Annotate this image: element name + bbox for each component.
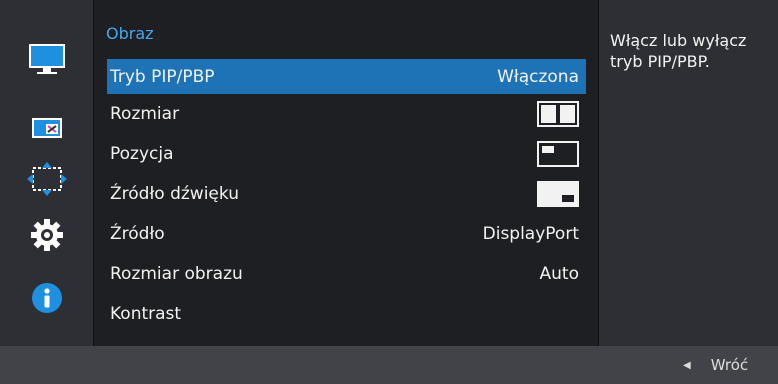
bottom-bar: ◀ Wróć xyxy=(0,346,778,384)
back-label: Wróć xyxy=(710,356,749,374)
menu-item-label: Źródło dźwięku xyxy=(110,184,239,204)
left-arrow-icon: ◀ xyxy=(683,359,691,371)
menu-item-picture-size[interactable]: Rozmiar obrazu Auto xyxy=(107,254,586,294)
menu-item-source[interactable]: Źródło DisplayPort xyxy=(107,214,586,254)
information-icon[interactable] xyxy=(26,281,68,315)
menu-title: Obraz xyxy=(106,24,154,43)
back-button[interactable]: ◀ Wróć xyxy=(683,346,778,384)
picture-monitor-icon[interactable] xyxy=(26,42,68,76)
category-sidebar xyxy=(0,0,93,346)
menu-item-label: Źródło xyxy=(110,224,165,244)
menu-item-value: Włączona xyxy=(497,66,579,87)
monitor-osd: Obraz Tryb PIP/PBP Włączona Rozmiar Pozy… xyxy=(0,0,778,384)
menu-item-sound-source[interactable]: Źródło dźwięku xyxy=(107,174,586,214)
help-text: Włącz lub wyłącz tryb PIP/PBP. xyxy=(610,31,747,71)
menu-list: Tryb PIP/PBP Włączona Rozmiar Pozycja Źr… xyxy=(107,59,586,334)
menu-item-size[interactable]: Rozmiar xyxy=(107,94,586,134)
help-panel: Włącz lub wyłącz tryb PIP/PBP. xyxy=(599,0,778,346)
menu-item-pip-pbp-mode[interactable]: Tryb PIP/PBP Włączona xyxy=(107,59,586,94)
pip-pbp-icon[interactable] xyxy=(26,111,68,145)
menu-item-label: Kontrast xyxy=(110,304,182,324)
menu-item-label: Pozycja xyxy=(110,144,174,164)
menu-item-label: Rozmiar xyxy=(110,104,180,124)
menu-item-label: Rozmiar obrazu xyxy=(110,264,243,284)
menu-item-value: Auto xyxy=(539,264,579,284)
menu-panel: Obraz Tryb PIP/PBP Włączona Rozmiar Pozy… xyxy=(93,0,599,346)
menu-item-label: Tryb PIP/PBP xyxy=(110,66,215,87)
menu-item-value: DisplayPort xyxy=(482,224,579,244)
onscreen-display-icon[interactable] xyxy=(26,162,68,196)
system-gear-icon[interactable] xyxy=(26,218,68,252)
pbp-side-by-side-icon xyxy=(537,101,579,127)
menu-item-contrast[interactable]: Kontrast xyxy=(107,294,586,334)
pip-sound-source-icon xyxy=(537,181,579,207)
menu-item-position[interactable]: Pozycja xyxy=(107,134,586,174)
pip-top-left-icon xyxy=(537,141,579,167)
